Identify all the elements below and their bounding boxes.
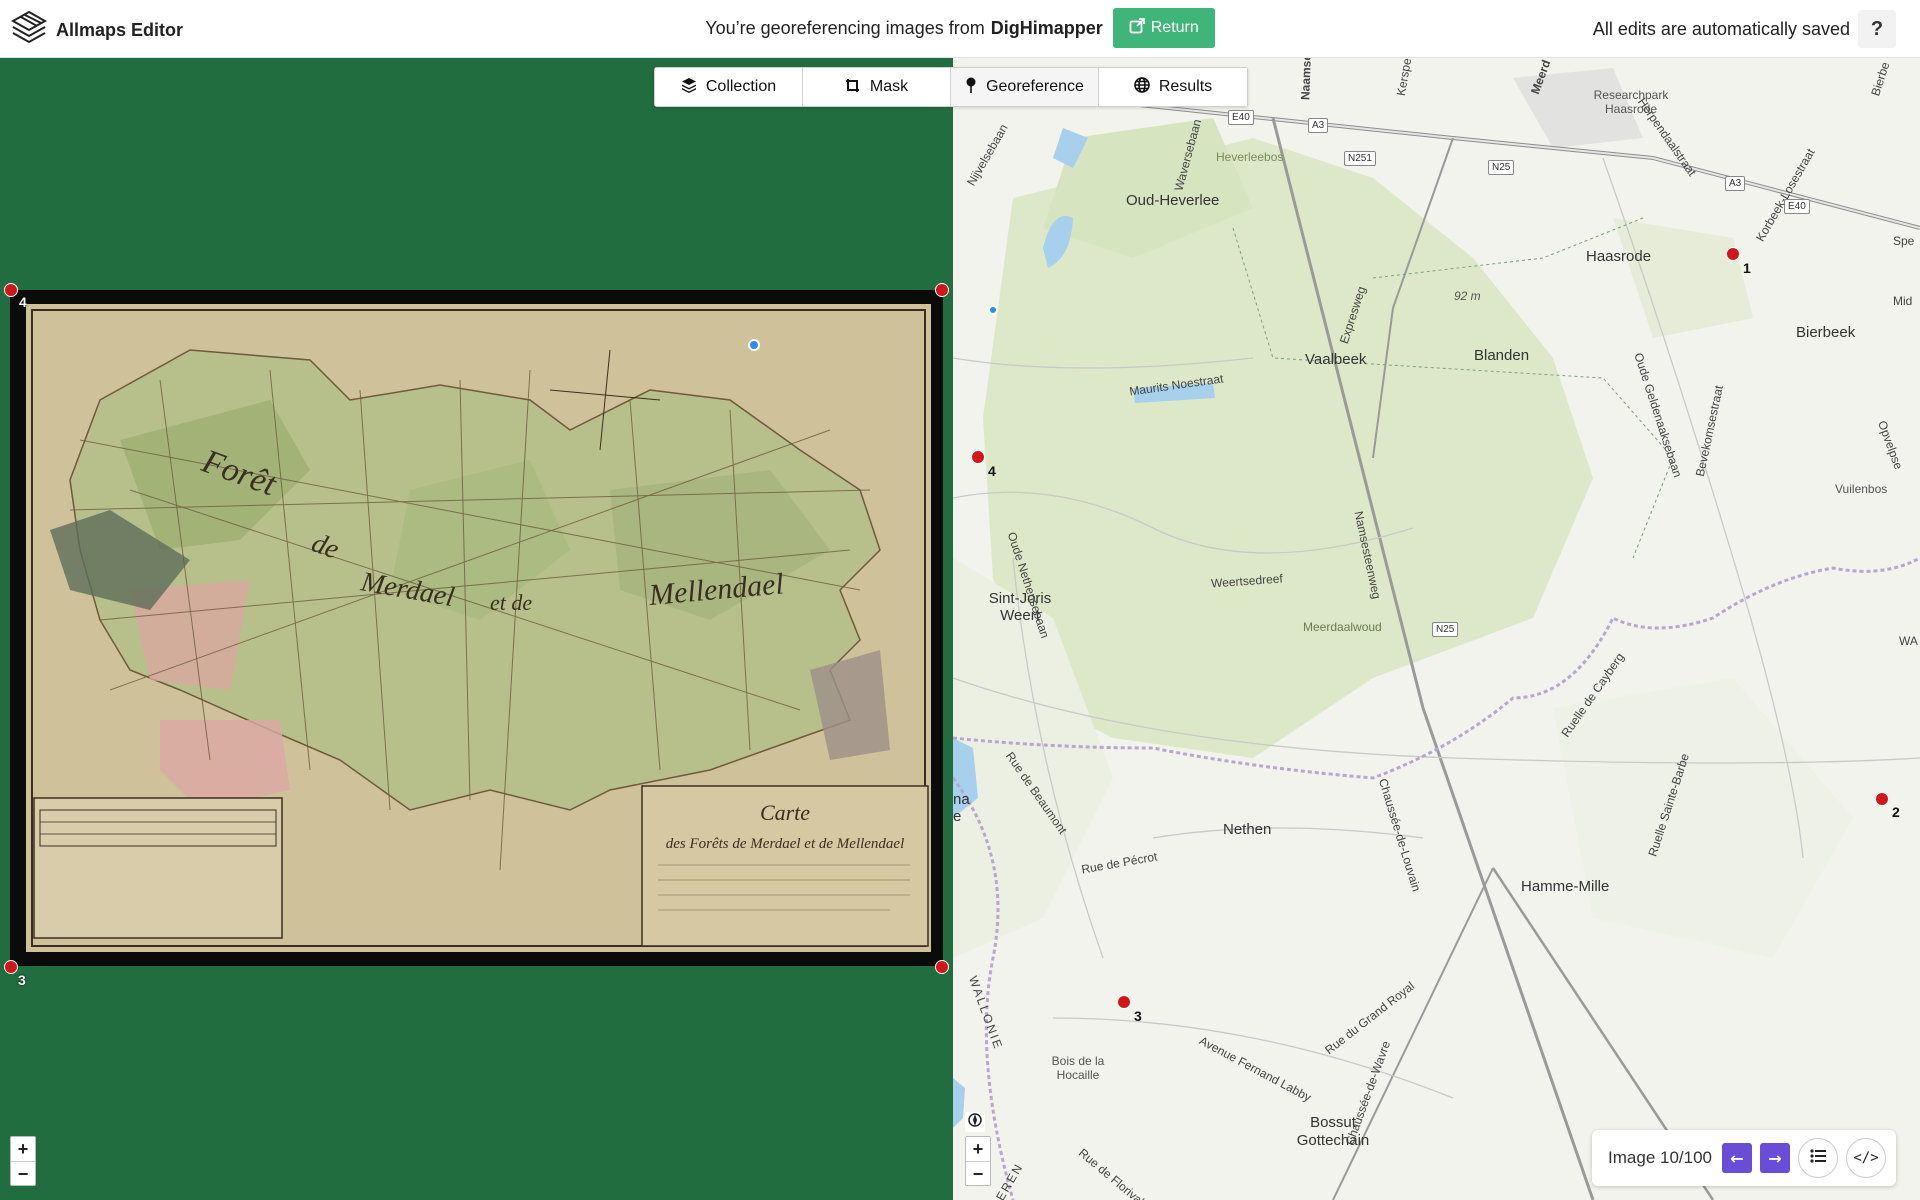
tab-label: Collection xyxy=(705,78,777,95)
historic-map-image[interactable]: Forêt de Merdael et de Mellendael Carte … xyxy=(10,290,943,966)
allmaps-logo-icon xyxy=(10,9,48,52)
map-gcp-1-label: 1 xyxy=(1743,260,1751,276)
label-edge-wa: WA xyxy=(1899,634,1918,648)
label-elevation: 92 m xyxy=(1454,289,1481,303)
label-vaalbeek: Vaalbeek xyxy=(1305,351,1367,368)
label-edge-na: na xyxy=(953,791,970,808)
image-viewer[interactable]: Forêt de Merdael et de Mellendael Carte … xyxy=(0,58,953,1200)
map-gcp-4-label: 4 xyxy=(988,463,996,479)
arrow-right-icon: → xyxy=(1768,1148,1782,1168)
shield-n25-south: N25 xyxy=(1432,622,1459,637)
image-gcp-4-dot[interactable] xyxy=(4,283,18,297)
return-button[interactable]: Return xyxy=(1112,8,1215,48)
layers-icon xyxy=(681,77,697,98)
help-button[interactable]: ? xyxy=(1858,10,1896,48)
image-gcp-4-label: 4 xyxy=(19,294,27,310)
image-list-button[interactable] xyxy=(1798,1138,1838,1178)
shield-e40-east: E40 xyxy=(1784,199,1810,214)
tab-label: Mask xyxy=(869,78,909,95)
image-pager: Image 10/100 ← → </> xyxy=(1592,1130,1896,1186)
label-edge-mid: Mid xyxy=(1893,294,1913,308)
label-oud-heverlee: Oud-Heverlee xyxy=(1126,192,1220,209)
tab-collection[interactable]: Collection xyxy=(655,68,803,106)
map-gcp-2-dot[interactable] xyxy=(1875,792,1889,806)
globe-icon xyxy=(1134,76,1150,98)
label-bierbeek: Bierbeek xyxy=(1796,324,1856,341)
list-icon xyxy=(1810,1149,1826,1167)
saved-status: All edits are automatically saved xyxy=(1592,19,1850,39)
label-nethen: Nethen xyxy=(1223,821,1272,838)
image-zoom-out-button[interactable]: − xyxy=(11,1161,35,1185)
shield-a3-west: A3 xyxy=(1308,118,1329,133)
cartouche-title: Carte xyxy=(760,800,810,825)
map-gcp-1-dot[interactable] xyxy=(1726,247,1740,261)
label-bossut-gottechain: Bossut Gottechain xyxy=(1296,1114,1370,1149)
label-edge-naamse: Naamse xyxy=(1298,58,1314,101)
map-cursor-marker[interactable] xyxy=(988,305,998,315)
image-counter: Image 10/100 xyxy=(1608,1148,1712,1167)
image-gcp-corner-br[interactable] xyxy=(935,960,949,974)
cartouche-subtitle: des Forêts de Merdael et de Mellendael xyxy=(666,836,905,852)
geo-map[interactable]: Researchpark Haasrode Heverleebos Oud-He… xyxy=(953,58,1920,1200)
pin-icon xyxy=(965,77,977,98)
step-tabs: Collection Mask Georeference Results xyxy=(654,67,1248,107)
map-gcp-3-dot[interactable] xyxy=(1117,995,1131,1009)
brand[interactable]: Allmaps Editor xyxy=(10,9,183,52)
label-hamme-mille: Hamme-Mille xyxy=(1521,878,1610,895)
tab-label: Results xyxy=(1158,78,1213,95)
map-zoom-out-button[interactable]: − xyxy=(966,1161,990,1185)
map-zoom-in-button[interactable]: + xyxy=(966,1137,990,1161)
top-bar: Allmaps Editor You’re georeferencing ima… xyxy=(0,0,1920,58)
label-research-park: Researchpark Haasrode xyxy=(1593,88,1669,116)
arrow-left-icon: ← xyxy=(1730,1148,1744,1168)
label-bois-hocaille: Bois de la Hocaille xyxy=(1051,1054,1105,1082)
crop-icon xyxy=(845,77,861,98)
label-haasrode: Haasrode xyxy=(1586,248,1652,265)
label-meerdaalwoud: Meerdaalwoud xyxy=(1303,620,1382,634)
tab-georeference[interactable]: Georeference xyxy=(951,68,1099,106)
label-edge-e: e xyxy=(953,808,962,825)
label-heverleebos: Heverleebos xyxy=(1216,150,1284,164)
app-title: Allmaps Editor xyxy=(56,20,184,40)
image-zoom-control: + − xyxy=(10,1136,36,1186)
return-label: Return xyxy=(1150,19,1199,36)
shield-n251: N251 xyxy=(1344,151,1376,166)
image-cursor-marker[interactable] xyxy=(748,339,760,351)
label-blanden: Blanden xyxy=(1474,347,1530,364)
map-gcp-3-label: 3 xyxy=(1134,1008,1142,1024)
external-link-icon xyxy=(1129,17,1145,39)
label-sint-joris-weert: Sint-Joris Weert xyxy=(988,590,1052,624)
image-zoom-in-button[interactable]: + xyxy=(11,1137,35,1161)
image-gcp-corner-tr[interactable] xyxy=(935,283,949,297)
image-gcp-3-label: 3 xyxy=(18,972,26,988)
label-edge-spe: Spe xyxy=(1893,234,1915,248)
map-gcp-2-label: 2 xyxy=(1892,804,1900,820)
code-icon: </> xyxy=(1853,1150,1879,1166)
image-text-et-de: et de xyxy=(490,590,532,615)
map-gcp-4-dot[interactable] xyxy=(971,450,985,464)
code-button[interactable]: </> xyxy=(1846,1138,1886,1178)
prev-image-button[interactable]: ← xyxy=(1722,1143,1752,1173)
next-image-button[interactable]: → xyxy=(1760,1143,1790,1173)
image-gcp-3-dot[interactable] xyxy=(4,960,18,974)
compass-icon xyxy=(967,1112,983,1133)
shield-e40-west: E40 xyxy=(1228,110,1254,125)
shield-a3-east: A3 xyxy=(1725,176,1746,191)
map-zoom-control: + − xyxy=(965,1136,991,1186)
shield-n25-north: N25 xyxy=(1488,160,1515,175)
tab-mask[interactable]: Mask xyxy=(803,68,951,106)
tab-results[interactable]: Results xyxy=(1099,68,1247,106)
compass-reset-button[interactable] xyxy=(965,1112,985,1132)
source-name: DigHimapper xyxy=(990,17,1103,38)
message-prefix: You’re georeferencing images from xyxy=(705,17,985,38)
tab-label: Georeference xyxy=(986,78,1084,95)
label-vuilenbos: Vuilenbos xyxy=(1835,482,1888,496)
